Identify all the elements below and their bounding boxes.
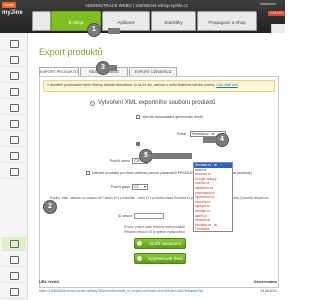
card-icon — [9, 135, 19, 144]
col-url: URL feedů — [39, 279, 59, 284]
sidebar-item-uzivatele[interactable] — [2, 269, 26, 283]
save-settings-button[interactable]: Uložit nastavení — [134, 238, 186, 249]
col-generated: Generováno — [253, 279, 277, 284]
marker-arrow-4 — [203, 137, 216, 143]
gear-icon — [9, 167, 19, 176]
logo-badge: Nový — [2, 2, 16, 8]
dropdown-option[interactable]: Celostátní — [194, 227, 232, 232]
sidebar-item-platby[interactable] — [2, 133, 26, 147]
marker-arrow-1 — [108, 28, 120, 34]
users-icon — [9, 103, 19, 112]
document-icon — [9, 151, 19, 160]
sidebar-item-objednavky[interactable] — [2, 53, 26, 67]
import-icon — [9, 255, 19, 264]
help-icon — [9, 287, 19, 296]
cart-icon — [9, 55, 19, 64]
user-icon — [9, 271, 19, 280]
sidebar-item-export[interactable] — [2, 237, 26, 251]
lang-select[interactable]: CZ — [132, 184, 148, 190]
notice-text: V aktuálně používaném tarifu Startup doc… — [47, 83, 216, 87]
lang-label: Použít jazyk — [110, 185, 130, 189]
marker-3: 3 — [97, 62, 109, 74]
feed-url-link[interactable]: https://160008444.eshop-rychle.cz/fotky7… — [39, 289, 203, 293]
note-line-1: (Pozor: pokud máte všechny data produktů — [124, 225, 185, 229]
marker-1: 1 — [88, 24, 100, 36]
tariff-notice: V aktuálně používaném tarifu Startup doc… — [43, 80, 275, 92]
section-title: Vytvoření XML exportního souboru produkt… — [98, 100, 216, 106]
feed-dropdown-list: Heureka.cz - sk zbozi.cz srovnani.cz Goo… — [193, 162, 233, 232]
refresh-icon — [137, 256, 142, 261]
main-content: Export produktů EXPORT PRODUKTŮ SEZNAM F… — [28, 33, 285, 300]
sidebar-item-zakaznici[interactable] — [2, 101, 26, 115]
sidebar-item-obsah[interactable] — [2, 149, 26, 163]
sidebar — [0, 33, 28, 300]
brand-name: myJine — [2, 10, 23, 16]
feeds-table-header: URL feedů Generováno — [39, 279, 279, 287]
id-label: ID sekce — [118, 214, 132, 218]
upgrade-tariff-link[interactable]: Chci větší tarif — [216, 83, 237, 87]
page-title: Export produktů — [39, 47, 103, 57]
auto-generate-checkbox[interactable] — [136, 115, 140, 120]
save-icon — [137, 241, 142, 246]
tab-propagace[interactable]: Propagace a shop — [197, 11, 257, 31]
sidebar-item-nastaveni[interactable] — [2, 165, 26, 179]
marker-2: 2 — [44, 201, 56, 213]
truck-icon — [9, 119, 19, 128]
marker-4: 4 — [216, 134, 228, 146]
scroll-up-button[interactable] — [271, 24, 285, 33]
marker-arrow-3 — [109, 65, 117, 71]
note-line-2: Přiřazení feedu k ID je zpětně vyžadován… — [124, 230, 185, 234]
table-row: https://160008444.eshop-rychle.cz/fotky7… — [39, 289, 279, 297]
admin-title: ADMINISTRACE WEBU | 160008444.eshop-rych… — [85, 3, 188, 8]
feed-label: Portál — [176, 132, 186, 136]
cvh-badge[interactable]: CVH-10 — [268, 11, 285, 16]
generate-feed-button[interactable]: Vygenerovat feed — [134, 253, 186, 264]
tab-statistiky[interactable]: Statistiky — [151, 11, 196, 31]
top-bar: Nový myJine ADMINISTRACE WEBU | 16000844… — [0, 0, 285, 33]
sidebar-item-napoveda[interactable] — [2, 285, 26, 299]
tab-home[interactable] — [32, 11, 51, 31]
sidebar-item-kategorie[interactable] — [2, 85, 26, 99]
auto-generate-label: Vytvořit automatické generování feedů — [142, 115, 204, 119]
export-icon — [9, 239, 19, 248]
currency-label: Použít měnu — [109, 159, 130, 163]
auto-generate-row: Vytvořit automatické generování feedů — [136, 115, 204, 120]
box-icon — [9, 71, 19, 80]
xml-icon — [90, 101, 95, 106]
folder-icon — [9, 87, 19, 96]
id-input[interactable] — [134, 213, 164, 219]
marker-arrow-5 — [152, 153, 192, 159]
sidebar-item-produkty[interactable] — [2, 69, 26, 83]
marker-5: 5 — [140, 150, 152, 162]
home-icon — [9, 39, 19, 48]
logo[interactable]: Nový myJine — [2, 2, 32, 29]
hint-text: Doplnit "atas" nalezen do odkazu url/? f… — [50, 196, 269, 200]
include-row — [136, 142, 142, 147]
include-checkbox[interactable] — [136, 142, 140, 147]
settings-link[interactable]: Nastavení — [260, 2, 276, 6]
hidden-checkbox[interactable] — [86, 171, 90, 176]
sidebar-item-doprava[interactable] — [2, 117, 26, 131]
sidebar-item-import[interactable] — [2, 253, 26, 267]
feed-date: 04.06.2021 — [260, 289, 277, 293]
sidebar-item-nastenka[interactable] — [2, 37, 26, 51]
